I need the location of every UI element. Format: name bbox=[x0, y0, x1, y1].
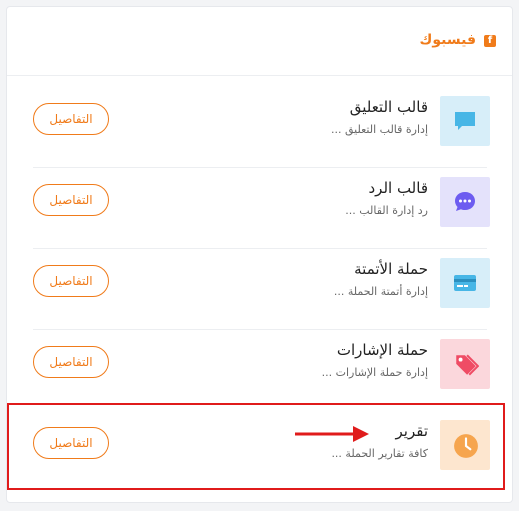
divider bbox=[33, 167, 487, 168]
list-item-mentions-campaign: حملة الإشارات إدارة حملة الإشارات ... ال… bbox=[17, 331, 503, 411]
item-title: حملة الإشارات bbox=[336, 341, 428, 359]
highlight-box bbox=[7, 403, 505, 490]
arrow-icon bbox=[295, 426, 369, 442]
facebook-icon: f bbox=[484, 35, 496, 47]
credit-card-icon bbox=[440, 258, 490, 308]
card-header: فيسبوك f bbox=[7, 7, 512, 76]
details-button[interactable]: التفاصيل bbox=[33, 265, 109, 297]
divider bbox=[33, 248, 487, 249]
item-description: إدارة حملة الإشارات ... bbox=[321, 366, 428, 379]
divider bbox=[33, 329, 487, 330]
list-item-automation-campaign: حملة الأتمتة إدارة أتمتة الحملة ... التف… bbox=[17, 250, 503, 330]
list-item-reply-template: قالب الرد رد إدارة القالب ... التفاصيل bbox=[17, 169, 503, 249]
item-title: حملة الأتمتة bbox=[354, 260, 428, 278]
details-button[interactable]: التفاصيل bbox=[33, 346, 109, 378]
item-title: قالب التعليق bbox=[349, 98, 428, 116]
chat-bubble-icon bbox=[440, 177, 490, 227]
card-title: فيسبوك bbox=[419, 32, 476, 48]
comment-icon bbox=[440, 96, 490, 146]
item-description: إدارة أتمتة الحملة ... bbox=[333, 285, 428, 298]
details-button[interactable]: التفاصيل bbox=[33, 103, 109, 135]
list-item-comment-template: قالب التعليق إدارة قالب التعليق ... التف… bbox=[17, 88, 503, 168]
tags-icon bbox=[440, 339, 490, 389]
item-title: قالب الرد bbox=[368, 179, 428, 197]
item-description: إدارة قالب التعليق ... bbox=[331, 123, 428, 136]
details-button[interactable]: التفاصيل bbox=[33, 184, 109, 216]
item-description: رد إدارة القالب ... bbox=[345, 204, 428, 217]
